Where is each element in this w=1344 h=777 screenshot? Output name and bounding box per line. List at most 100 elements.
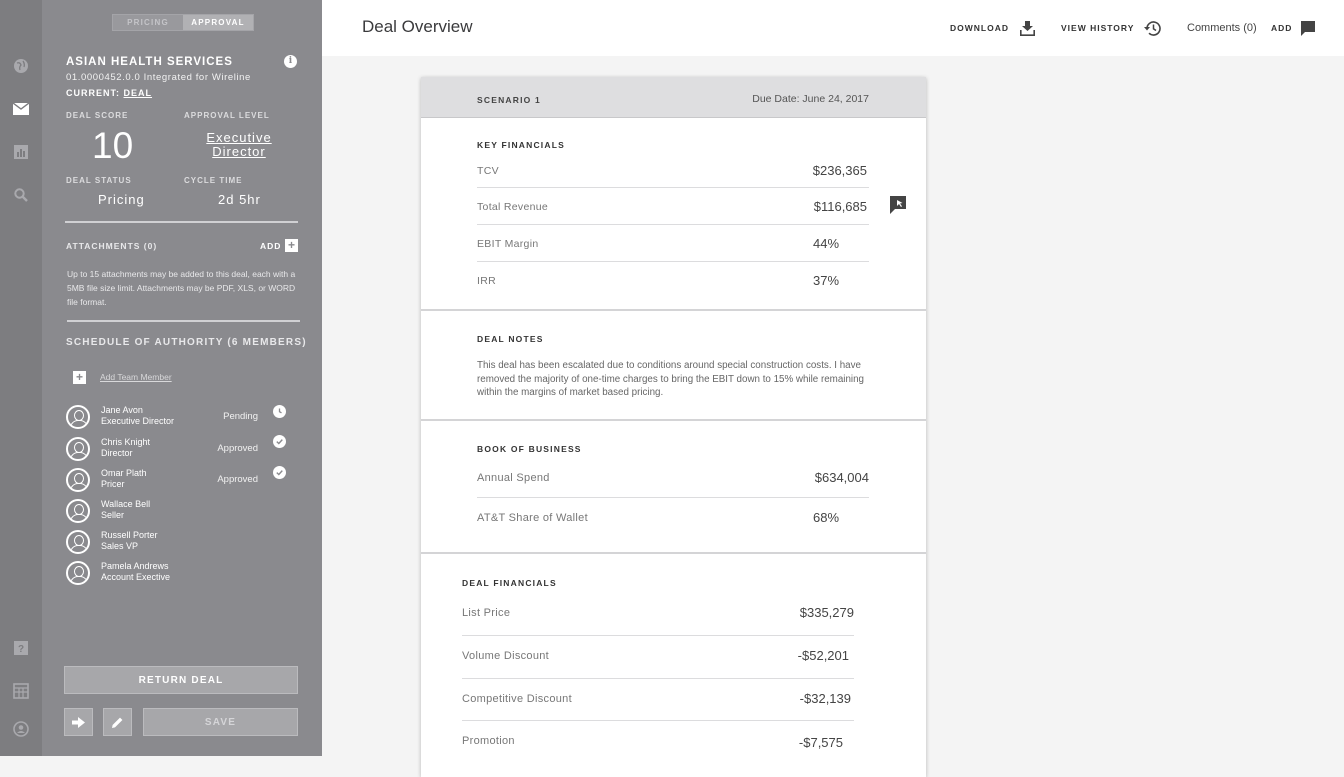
chart-icon[interactable] bbox=[11, 142, 31, 162]
member-role: Account Exective bbox=[101, 572, 171, 582]
row-label: IRR bbox=[477, 275, 496, 287]
check-icon bbox=[273, 435, 286, 448]
icon-rail: ? bbox=[0, 0, 42, 756]
current-label: CURRENT: bbox=[66, 88, 120, 98]
download-button[interactable]: DOWNLOAD bbox=[950, 0, 1035, 56]
avatar bbox=[66, 561, 90, 585]
calendar-icon[interactable] bbox=[11, 681, 31, 701]
add-row-comment-icon[interactable] bbox=[890, 196, 906, 214]
member-row[interactable]: Jane Avon Executive Director Pending bbox=[66, 403, 296, 431]
row-value: -$32,139 bbox=[799, 691, 851, 706]
search-icon[interactable] bbox=[11, 185, 31, 205]
member-name: Pamela Andrews bbox=[101, 561, 169, 571]
key-financial-row: EBIT Margin 44% bbox=[477, 225, 869, 262]
deal-side-panel: PRICING APPROVAL ASIAN HEALTH SERVICES i… bbox=[42, 0, 322, 756]
row-label: EBIT Margin bbox=[477, 238, 539, 250]
add-member-plus-icon[interactable]: + bbox=[73, 371, 86, 384]
member-row[interactable]: Pamela Andrews Account Exective bbox=[66, 559, 296, 587]
deal-financial-row: Promotion -$7,575 bbox=[462, 721, 854, 761]
deal-financial-row: Competitive Discount -$32,139 bbox=[462, 679, 854, 721]
deal-financial-row: List Price $335,279 bbox=[462, 593, 854, 636]
divider bbox=[67, 320, 300, 322]
member-row[interactable]: Wallace Bell Seller bbox=[66, 497, 296, 525]
deal-notes-title: DEAL NOTES bbox=[477, 334, 544, 344]
member-name: Jane Avon bbox=[101, 405, 143, 415]
row-label: Annual Spend bbox=[477, 472, 550, 484]
tab-pricing[interactable]: PRICING bbox=[113, 15, 183, 30]
member-role: Director bbox=[101, 448, 133, 458]
avatar bbox=[66, 530, 90, 554]
avatar bbox=[66, 468, 90, 492]
download-icon bbox=[1020, 20, 1035, 36]
row-value: 37% bbox=[813, 273, 840, 288]
member-role: Pricer bbox=[101, 479, 125, 489]
avatar bbox=[66, 437, 90, 461]
member-name: Wallace Bell bbox=[101, 499, 151, 509]
deal-financials-title: DEAL FINANCIALS bbox=[462, 578, 557, 588]
section-divider bbox=[421, 309, 926, 311]
cycle-time-value: 2d 5hr bbox=[218, 192, 261, 207]
tab-approval[interactable]: APPROVAL bbox=[183, 15, 253, 30]
scenario-header: SCENARIO 1 Due Date: June 24, 2017 bbox=[421, 77, 926, 118]
approval-level-link[interactable]: Executive Director bbox=[192, 131, 286, 159]
globe-icon[interactable] bbox=[11, 56, 31, 76]
member-status: Approved bbox=[217, 474, 258, 485]
book-row: AT&T Share of Wallet 68% bbox=[477, 498, 869, 538]
pencil-icon bbox=[112, 717, 123, 728]
book-row: Annual Spend $634,004 bbox=[477, 459, 869, 498]
approval-level-label: APPROVAL LEVEL bbox=[184, 111, 270, 120]
avatar bbox=[66, 405, 90, 429]
help-icon[interactable]: ? bbox=[11, 638, 31, 658]
mail-icon[interactable] bbox=[11, 99, 31, 119]
divider bbox=[65, 221, 298, 223]
row-label: AT&T Share of Wallet bbox=[477, 512, 588, 524]
deal-score-label: DEAL SCORE bbox=[66, 111, 129, 120]
add-team-member-link[interactable]: Add Team Member bbox=[100, 372, 172, 382]
return-deal-button[interactable]: RETURN DEAL bbox=[64, 666, 298, 694]
member-row[interactable]: Omar Plath Pricer Approved bbox=[66, 466, 296, 494]
deal-status-value: Pricing bbox=[98, 192, 145, 207]
account-icon[interactable] bbox=[11, 719, 31, 739]
section-divider bbox=[421, 552, 926, 554]
view-history-label: VIEW HISTORY bbox=[1061, 23, 1135, 33]
page-title: Deal Overview bbox=[362, 17, 473, 36]
add-attachment-plus-icon[interactable]: + bbox=[285, 239, 298, 252]
info-icon[interactable]: i bbox=[284, 55, 297, 68]
current-stage-link[interactable]: DEAL bbox=[124, 88, 153, 98]
row-value: $634,004 bbox=[814, 470, 869, 485]
row-value: 44% bbox=[813, 236, 840, 251]
deal-notes-text: This deal has been escalated due to cond… bbox=[477, 360, 864, 398]
row-label: Competitive Discount bbox=[462, 693, 572, 705]
forward-arrow-button[interactable] bbox=[64, 708, 93, 736]
row-label: Volume Discount bbox=[462, 650, 550, 662]
member-name: Chris Knight bbox=[101, 437, 151, 447]
add-comment-button[interactable]: ADD bbox=[1271, 0, 1316, 56]
member-role: Seller bbox=[101, 510, 125, 520]
account-subtitle: 01.0000452.0.0 Integrated for Wireline bbox=[66, 72, 251, 83]
save-button[interactable]: SAVE bbox=[143, 708, 298, 736]
current-stage: CURRENT: DEAL bbox=[66, 88, 152, 98]
member-role: Sales VP bbox=[101, 541, 139, 551]
comments-button[interactable]: Comments (0) bbox=[1187, 0, 1257, 56]
section-divider bbox=[421, 419, 926, 421]
member-row[interactable]: Russell Porter Sales VP bbox=[66, 528, 296, 556]
comment-icon bbox=[1301, 20, 1316, 36]
deal-financial-row: Volume Discount -$52,201 bbox=[462, 636, 854, 679]
cycle-time-label: CYCLE TIME bbox=[184, 176, 243, 185]
account-name: ASIAN HEALTH SERVICES bbox=[66, 56, 233, 68]
schedule-of-authority-label: SCHEDULE OF AUTHORITY (6 MEMBERS) bbox=[66, 337, 307, 348]
row-label: Total Revenue bbox=[477, 201, 549, 213]
member-row[interactable]: Chris Knight Director Approved bbox=[66, 435, 296, 463]
key-financial-row: TCV $236,365 bbox=[477, 151, 869, 188]
clock-icon bbox=[273, 405, 286, 418]
view-history-button[interactable]: VIEW HISTORY bbox=[1061, 0, 1162, 56]
book-of-business-title: BOOK OF BUSINESS bbox=[477, 444, 582, 454]
row-value: -$52,201 bbox=[797, 648, 849, 663]
comments-count: Comments (0) bbox=[1187, 22, 1257, 34]
edit-button[interactable] bbox=[103, 708, 132, 736]
attachments-note: Up to 15 attachments may be added to thi… bbox=[67, 269, 296, 307]
deal-score-value: 10 bbox=[92, 125, 134, 166]
attachments-add-button[interactable]: ADD bbox=[260, 241, 281, 251]
row-value: $116,685 bbox=[813, 199, 867, 214]
row-value: $236,365 bbox=[812, 163, 867, 178]
